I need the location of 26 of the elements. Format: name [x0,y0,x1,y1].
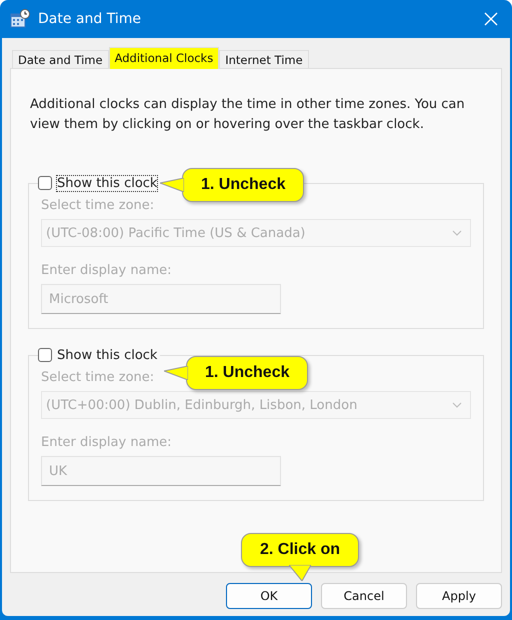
checkbox-label[interactable]: Show this clock [56,346,158,364]
checkbox-label[interactable]: Show this clock [56,174,158,192]
dialog-button[interactable]: Cancel [321,583,407,609]
callout: 1. Uncheck [164,356,308,390]
chevron-down-icon [452,402,462,408]
checkbox[interactable] [38,176,52,190]
tab[interactable]: Date and Time [12,50,109,68]
description-text: Additional clocks can display the time in other time zones. You can view them by clicking on or hovering over the taskbar clock. [30,96,466,134]
field-label: Enter display name: [41,263,172,278]
field-label: Enter display name: [41,435,172,450]
tab[interactable]: Additional Clocks [108,47,220,69]
dialog-button[interactable]: Apply [416,583,502,609]
callout: 2. Click on [241,533,360,581]
callout-pointer [164,366,188,380]
dialog-button[interactable]: OK [226,583,312,609]
field-label: Select time zone: [41,198,154,213]
tab[interactable]: Internet Time [219,50,309,68]
calendar-clock-icon [10,9,30,29]
close-icon[interactable] [484,12,498,26]
callout-pointer [160,178,184,192]
chevron-down-icon [452,230,462,236]
checkbox[interactable] [38,348,52,362]
callout: 1. Uncheck [160,168,304,202]
field-label: Select time zone: [41,370,154,385]
window-title: Date and Time [38,11,142,27]
callout-pointer [289,565,312,581]
